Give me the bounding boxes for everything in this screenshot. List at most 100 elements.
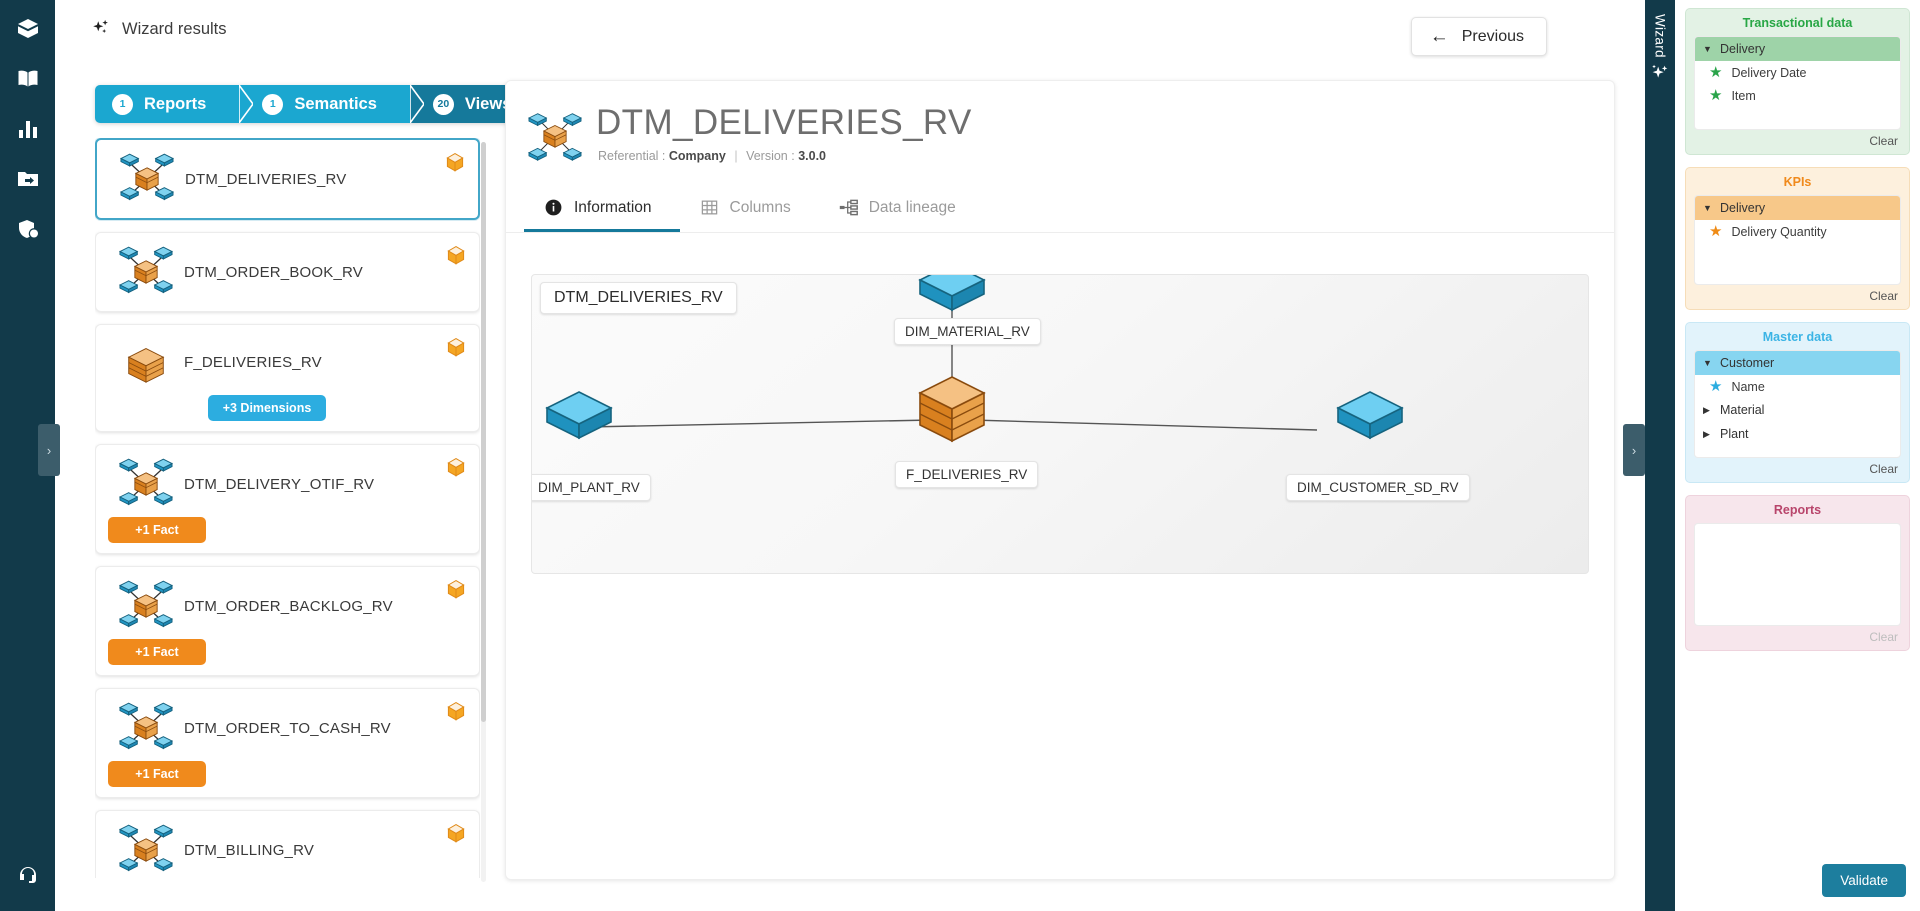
wizard-item-label: Delivery Date [1731, 65, 1807, 80]
fact-badge[interactable]: +1 Fact [108, 639, 206, 665]
wizard-group[interactable]: ▼ Delivery [1695, 196, 1900, 220]
clear-link[interactable]: Clear [1694, 285, 1901, 305]
clear-link[interactable]: Clear [1694, 458, 1901, 478]
cube-badge-icon [447, 246, 465, 265]
detail-card: DTM_DELIVERIES_RV Referential : Company … [505, 80, 1615, 880]
folder-export-icon[interactable] [11, 162, 45, 196]
wizard-section-body: ▼ Delivery ★ Delivery Quantity [1694, 195, 1901, 285]
wizard-group-label: Material [1720, 403, 1765, 417]
list-item-icon [108, 338, 184, 386]
edge-deliveries-customer [971, 419, 1318, 431]
detail-subtitle: Referential : Company | Version : 3.0.0 [598, 149, 972, 163]
validate-button[interactable]: Validate [1822, 864, 1906, 897]
step-reports[interactable]: 1 Reports [95, 85, 254, 123]
wizard-results-label: Wizard results [122, 19, 227, 38]
wizard-section-body [1694, 523, 1901, 626]
star-icon: ★ [1709, 87, 1723, 104]
list-item-label: DTM_ORDER_BOOK_RV [184, 263, 363, 281]
list-item[interactable]: DTM_DELIVERIES_RV [95, 138, 480, 220]
step-chevron-icon [239, 85, 254, 123]
shield-lock-icon[interactable] [11, 212, 45, 246]
step-chevron-icon [409, 85, 424, 123]
wizard-item-label: Name [1731, 379, 1765, 394]
wizard-section-master: Master data ▼ Customer ★ Name ▶ Material ▶ Plant… [1685, 322, 1910, 483]
chevron-right-icon: ▶ [1703, 428, 1710, 439]
cube-badge-icon [447, 580, 465, 599]
wizard-item[interactable]: ★ Delivery Date [1695, 61, 1900, 84]
clear-link[interactable]: Clear [1694, 130, 1901, 150]
book-icon[interactable] [11, 62, 45, 96]
sparkle-icon [93, 19, 108, 34]
list-item[interactable]: F_DELIVERIES_RV +3 Dimensions [95, 324, 480, 432]
fact-cube-icon [127, 348, 165, 383]
wizard-group[interactable]: ▶ Plant [1695, 422, 1900, 446]
list-item-label: F_DELIVERIES_RV [184, 353, 322, 371]
wizard-stepper: 1 Reports 1 Semantics 20 Views [95, 85, 542, 123]
wizard-group[interactable]: ▶ Material [1695, 398, 1900, 422]
wizard-results-title: Wizard results [90, 18, 227, 40]
headset-support-icon[interactable] [11, 859, 45, 893]
model-cube-icon [446, 822, 466, 844]
back-arrow-icon: ← [1429, 26, 1449, 47]
node-label-dim-plant: DIM_PLANT_RV [532, 474, 651, 501]
fact-badge[interactable]: +1 Fact [108, 517, 206, 543]
cube-badge-icon [447, 824, 465, 843]
model-cube-icon [446, 578, 466, 600]
node-label-f-deliveries: F_DELIVERIES_RV [895, 461, 1039, 488]
wizard-item[interactable]: ★ Delivery Quantity [1695, 220, 1900, 243]
wizard-collapse-handle[interactable]: › [1623, 424, 1645, 476]
wizard-group[interactable]: ▼ Delivery [1695, 37, 1900, 61]
step-reports-label: Reports [144, 94, 207, 113]
tab-data-lineage-label: Data lineage [868, 198, 956, 216]
left-rail-expand-handle[interactable]: › [38, 424, 60, 476]
cube-icon[interactable] [11, 12, 45, 46]
schema-diagram[interactable]: DTM_DELIVERIES_RV DIM_MATERIAL_RV F_DELI… [531, 274, 1589, 574]
list-item-icon [108, 819, 184, 878]
wizard-section-kpis: KPIs ▼ Delivery ★ Delivery Quantity Clear [1685, 167, 1910, 310]
clear-link[interactable]: Clear [1694, 626, 1901, 646]
wizard-group-label: Delivery [1720, 42, 1766, 56]
tab-data-lineage[interactable]: Data lineage [819, 185, 984, 232]
step-semantics[interactable]: 1 Semantics [240, 85, 424, 123]
previous-button[interactable]: ← Previous [1410, 17, 1547, 56]
model-cube-icon [446, 336, 466, 358]
list-item[interactable]: DTM_ORDER_BACKLOG_RV +1 Fact [95, 566, 480, 676]
chevron-down-icon: ▼ [1703, 358, 1712, 368]
diagram-canvas [545, 275, 1404, 443]
wizard-section-body: ▼ Delivery ★ Delivery Date ★ Item [1694, 36, 1901, 130]
bar-chart-icon[interactable] [11, 112, 45, 146]
fact-badge[interactable]: +1 Fact [108, 761, 206, 787]
star-schema-icon [118, 702, 174, 750]
wizard-panel: Transactional data ▼ Delivery ★ Delivery Dat… [1675, 0, 1920, 911]
wizard-section-title: Master data [1762, 330, 1833, 344]
version-value: 3.0.0 [798, 149, 826, 163]
view-list: DTM_DELIVERIES_RV DTM_ORDER_BOOK_RV F_DELI… [95, 138, 480, 878]
step-semantics-count: 1 [262, 93, 284, 115]
list-item[interactable]: DTM_ORDER_TO_CASH_RV +1 Fact [95, 688, 480, 798]
tab-columns[interactable]: Columns [680, 185, 819, 232]
list-item-icon [108, 453, 184, 515]
wizard-group[interactable]: ▼ Customer [1695, 351, 1900, 375]
lineage-icon [839, 199, 858, 216]
table-icon [701, 200, 717, 215]
wizard-item[interactable]: ★ Name [1695, 375, 1900, 398]
model-cube-icon [446, 700, 466, 722]
wizard-group-label: Plant [1720, 427, 1749, 441]
wizard-item[interactable]: ★ Item [1695, 84, 1900, 107]
list-scrollbar-thumb[interactable] [481, 142, 486, 722]
edge-plant-deliveries [586, 419, 933, 428]
list-item[interactable]: DTM_ORDER_BOOK_RV [95, 232, 480, 312]
sparkle-icon [1652, 64, 1668, 78]
list-item[interactable]: DTM_DELIVERY_OTIF_RV +1 Fact [95, 444, 480, 554]
subtitle-separator: | [734, 149, 738, 163]
tab-information[interactable]: Information [524, 185, 680, 232]
dimensions-badge[interactable]: +3 Dimensions [208, 395, 326, 421]
list-item-icon [109, 148, 185, 210]
tab-columns-label: Columns [729, 198, 791, 216]
star-icon: ★ [1709, 64, 1723, 81]
step-reports-count: 1 [112, 93, 133, 115]
list-item[interactable]: DTM_BILLING_RV+1 Fact [95, 810, 480, 878]
wizard-rail[interactable]: Wizard [1645, 0, 1675, 911]
referential-value: Company [668, 149, 726, 163]
referential-label: Referential : [598, 149, 666, 163]
